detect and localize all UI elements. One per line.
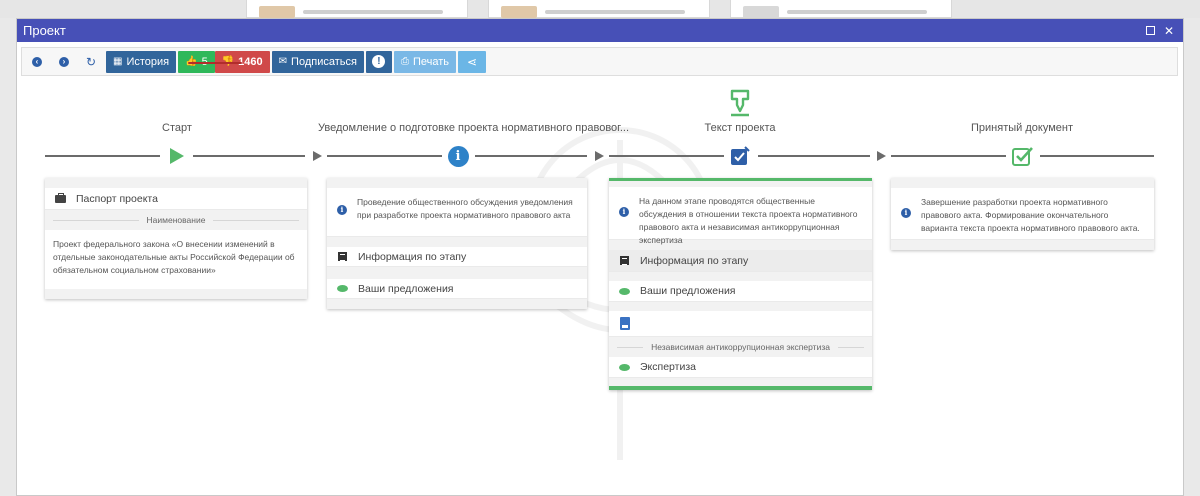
timeline-line xyxy=(609,155,724,157)
stage-description-text: Проведение общественного обсуждения увед… xyxy=(357,197,573,220)
timeline-line xyxy=(475,155,587,157)
stage-card-notification: i Проведение общественного обсуждения ув… xyxy=(327,178,587,309)
stage-info-row[interactable]: Информация по этапу xyxy=(609,250,872,272)
info-icon: i xyxy=(901,208,911,218)
document-row[interactable] xyxy=(609,311,872,337)
timeline-line xyxy=(193,155,305,157)
dialog-title: Проект xyxy=(23,23,66,38)
arrow-left-icon: ‹ xyxy=(32,56,42,67)
comment-icon xyxy=(619,287,630,295)
history-label: История xyxy=(126,55,170,68)
expertise-label: Экспертиза xyxy=(640,361,696,373)
timeline-arrow-icon xyxy=(877,151,886,161)
maximize-button[interactable] xyxy=(1142,23,1158,39)
card-footer-strip xyxy=(891,240,1154,250)
calendar-icon: ▦ xyxy=(113,56,123,67)
printer-icon: ⎙ xyxy=(400,56,409,67)
stage-description: i Завершение разработки проекта норматив… xyxy=(891,188,1154,240)
edit-checkbox-icon[interactable] xyxy=(729,145,751,167)
timeline-line xyxy=(45,155,160,157)
refresh-button[interactable]: ↻ xyxy=(79,51,103,73)
stage-description: i На данном этапе проводятся общественны… xyxy=(609,187,872,245)
briefcase-icon xyxy=(55,192,66,203)
subscribe-label: Подписаться xyxy=(291,55,357,68)
card-footer-strip xyxy=(327,299,587,309)
timeline-line xyxy=(1040,155,1154,157)
close-button[interactable]: ✕ xyxy=(1161,23,1177,39)
card-gap xyxy=(609,302,872,311)
share-icon: ⋖ xyxy=(466,54,478,69)
document-icon xyxy=(619,317,630,330)
stage-title-accepted: Принятый документ xyxy=(971,122,1073,134)
anticorruption-header-label: Независимая антикоррупционная экспертиза xyxy=(651,342,830,352)
passport-label: Паспорт проекта xyxy=(76,192,158,205)
passport-row[interactable]: Паспорт проекта xyxy=(45,188,307,210)
report-button[interactable]: ! xyxy=(365,50,392,73)
background-card xyxy=(488,0,710,18)
stage-description: i Проведение общественного обсуждения ув… xyxy=(327,188,587,237)
stage-title-project-text: Текст проекта xyxy=(704,122,776,134)
exclamation-icon: ! xyxy=(372,55,386,68)
list-icon xyxy=(620,256,629,265)
card-header-strip xyxy=(891,178,1154,188)
timeline-line xyxy=(327,155,442,157)
history-button[interactable]: ▦ История xyxy=(106,50,177,73)
forward-button[interactable]: › xyxy=(52,51,76,73)
proposals-row[interactable]: Ваши предложения xyxy=(327,279,587,299)
card-gap xyxy=(609,272,872,281)
subscribe-button[interactable]: ✉ Подписаться xyxy=(271,50,364,73)
timeline-arrow-icon xyxy=(313,151,322,161)
anticorruption-header: Независимая антикоррупционная экспертиза xyxy=(609,337,872,357)
proposals-label: Ваши предложения xyxy=(358,282,454,295)
stage-description-text: Завершение разработки проекта нормативно… xyxy=(921,197,1140,233)
stage-title-start: Старт xyxy=(162,122,192,134)
comment-icon xyxy=(619,363,630,371)
stage-info-label: Информация по этапу xyxy=(640,254,749,267)
subscribe-icon: ✉ xyxy=(278,56,288,67)
timeline-line xyxy=(758,155,870,157)
print-label: Печать xyxy=(412,55,449,68)
dislike-underline xyxy=(188,62,242,64)
stage-card-project-text: i На данном этапе проводятся общественны… xyxy=(609,178,872,390)
background-card xyxy=(246,0,468,18)
project-name-text: Проект федерального закона «О внесении и… xyxy=(53,239,295,275)
stage-description-text: На данном этапе проводятся общественные … xyxy=(639,196,858,245)
info-icon: i xyxy=(337,205,347,215)
name-header-label: Наименование xyxy=(146,215,206,225)
refresh-icon: ↻ xyxy=(85,54,97,69)
background-card xyxy=(730,0,952,18)
stage-card-accepted: i Завершение разработки проекта норматив… xyxy=(891,178,1154,250)
expertise-row[interactable]: Экспертиза xyxy=(609,357,872,378)
timeline-arrow-icon xyxy=(595,151,604,161)
current-stage-pen-icon xyxy=(728,89,752,117)
arrow-right-icon: › xyxy=(59,56,69,67)
card-header-strip xyxy=(327,178,587,188)
close-icon: ✕ xyxy=(1163,23,1175,38)
print-button[interactable]: ⎙ Печать xyxy=(393,50,456,73)
play-icon[interactable] xyxy=(166,146,188,166)
card-header-strip xyxy=(45,178,307,188)
stage-info-row[interactable]: Информация по этапу xyxy=(327,247,587,267)
card-gap xyxy=(327,237,587,247)
proposals-row[interactable]: Ваши предложения xyxy=(609,281,872,302)
info-stage-icon[interactable]: i xyxy=(447,145,469,167)
back-button[interactable]: ‹ xyxy=(25,51,49,73)
proposals-label: Ваши предложения xyxy=(640,285,736,297)
card-footer-strip xyxy=(45,289,307,299)
dialog-titlebar: Проект ✕ xyxy=(17,19,1183,42)
info-icon: i xyxy=(619,207,629,217)
comment-icon xyxy=(337,285,348,292)
stage-info-label: Информация по этапу xyxy=(358,250,467,263)
list-icon xyxy=(338,252,347,261)
card-gap xyxy=(327,267,587,279)
name-section-header: Наименование xyxy=(45,210,307,230)
stage-card-start: Паспорт проекта Наименование Проект феде… xyxy=(45,178,307,299)
stage-title-notification: Уведомление о подготовке проекта нормати… xyxy=(318,122,630,134)
check-square-icon[interactable] xyxy=(1011,145,1035,167)
card-footer-strip xyxy=(609,378,872,386)
timeline-line xyxy=(891,155,1006,157)
share-button[interactable]: ⋖ xyxy=(457,50,486,73)
maximize-icon xyxy=(1145,26,1155,35)
